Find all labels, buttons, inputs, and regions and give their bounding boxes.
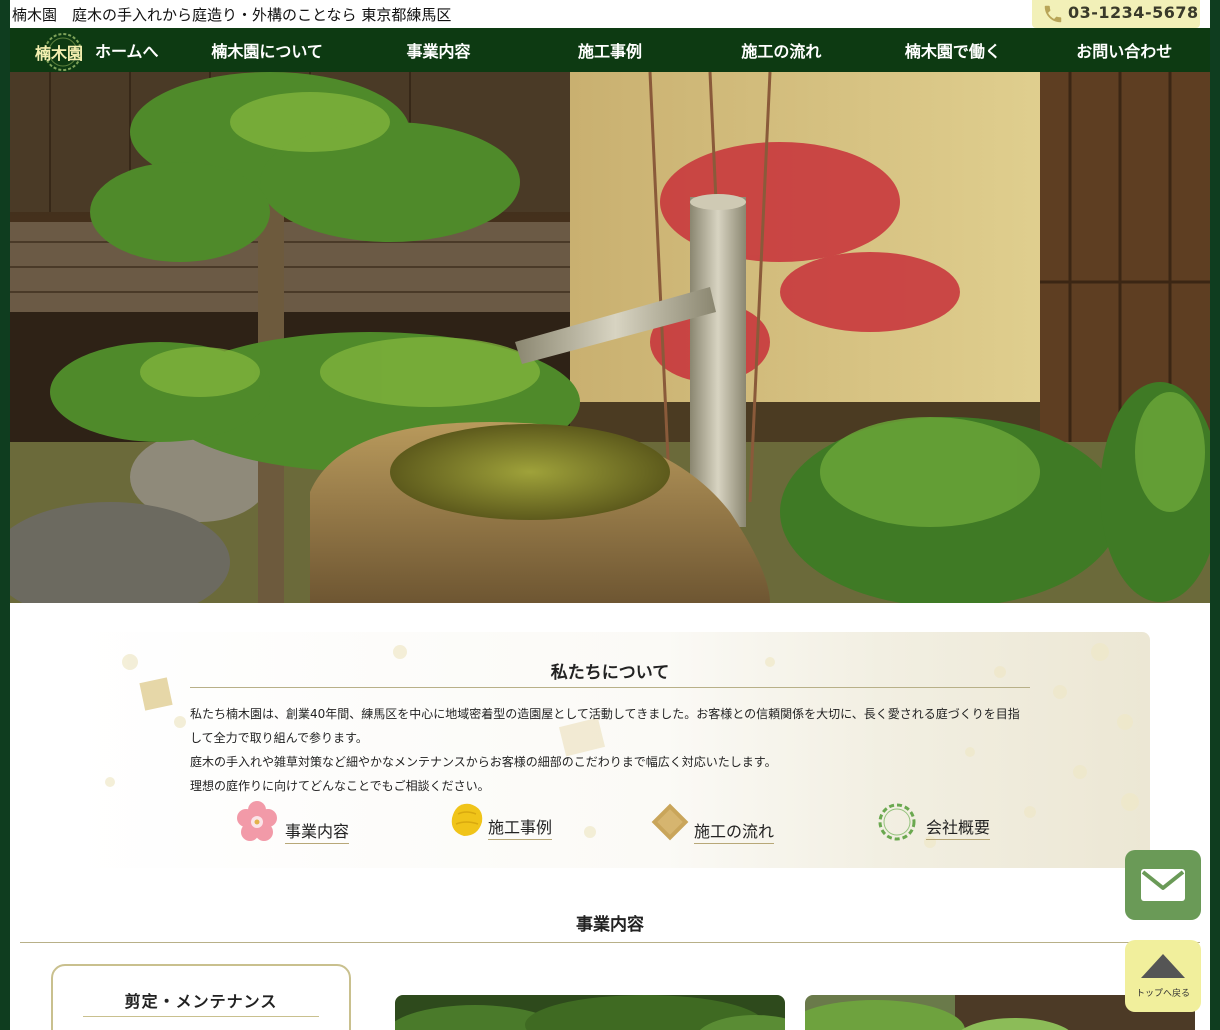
about-paragraph: 理想の庭作りに向けてどんなことでもご相談ください。 (190, 779, 490, 793)
sub-link-company-label: 会社概要 (926, 814, 991, 840)
gold-leaf-icon (451, 803, 483, 836)
about-text: 私たち楠木園は、創業40年間、練馬区を中心に地域密着型の造園屋として活動してきま… (190, 702, 1030, 798)
garden-photo-1 (395, 995, 785, 1030)
page: 楠木園 庭木の手入れから庭造り・外構のことなら 東京都練馬区 03-1234-5… (0, 0, 1220, 1030)
wreath-icon (878, 803, 916, 841)
service-card-title: 剪定・メンテナンス (124, 992, 278, 1011)
phone-icon (1044, 5, 1062, 23)
main-nav: 楠木園 ホームへ 楠木園について 事業内容 施工事例 施工の流れ 楠木園で働く … (10, 28, 1210, 72)
phone-box[interactable]: 03-1234-5678 (1032, 0, 1200, 28)
back-to-top-label: トップへ戻る (1135, 989, 1190, 999)
garden-hero-illustration (10, 72, 1210, 603)
sub-link-services-label: 事業内容 (285, 818, 350, 844)
mail-icon (1141, 869, 1185, 901)
up-triangle-icon (1141, 954, 1185, 978)
nav-item-home[interactable]: 楠木園 ホームへ (10, 32, 181, 71)
services-title-rule (20, 942, 1200, 943)
logo-text: 楠木園 (34, 44, 83, 63)
gold-diamond-icon (651, 803, 689, 841)
about-paragraph: 私たち楠木園は、創業40年間、練馬区を中心に地域密着型の造園屋として活動してきま… (190, 707, 1020, 745)
nav-item-flow[interactable]: 施工の流れ (696, 38, 867, 62)
nav-item-contact[interactable]: お問い合わせ (1039, 38, 1210, 62)
nav-item-recruit[interactable]: 楠木園で働く (867, 38, 1038, 62)
sub-link-services[interactable]: 事業内容 (235, 800, 365, 846)
service-card-pruning[interactable]: 剪定・メンテナンス (51, 964, 351, 1030)
service-card-rule (83, 1016, 319, 1017)
phone-number: 03-1234-5678 (1068, 3, 1199, 22)
about-title-rule (190, 687, 1030, 688)
page-frame: 楠木園 庭木の手入れから庭造り・外構のことなら 東京都練馬区 03-1234-5… (10, 0, 1210, 1030)
about-section: 私たちについて 私たち楠木園は、創業40年間、練馬区を中心に地域密着型の造園屋と… (70, 632, 1150, 868)
sub-link-works-label: 施工事例 (488, 814, 553, 840)
back-to-top-button[interactable]: トップへ戻る (1125, 940, 1201, 1012)
nav-item-works[interactable]: 施工事例 (524, 38, 695, 62)
site-tagline: 楠木園 庭木の手入れから庭造り・外構のことなら 東京都練馬区 (12, 6, 452, 24)
top-bar: 楠木園 庭木の手入れから庭造り・外構のことなら 東京都練馬区 03-1234-5… (10, 0, 1210, 28)
nav-item-services[interactable]: 事業内容 (353, 38, 524, 62)
nav-item-about[interactable]: 楠木園について (181, 38, 352, 62)
hero-image (10, 72, 1210, 603)
services-title: 事業内容 (576, 915, 644, 935)
sub-link-flow[interactable]: 施工の流れ (648, 800, 788, 846)
sub-link-flow-label: 施工の流れ (694, 818, 775, 844)
about-paragraph: 庭木の手入れや雑草対策など細やかなメンテナンスからお客様の細部のこだわりまで幅広… (190, 755, 777, 769)
nav-item-home-label: ホームへ (94, 42, 159, 61)
sub-link-company[interactable]: 会社概要 (874, 800, 1014, 846)
contact-mail-button[interactable] (1125, 850, 1201, 920)
about-title: 私たちについて (550, 663, 670, 683)
about-sub-links: 事業内容 施工事例 施工の流れ 会社概要 (70, 800, 1150, 850)
logo: 楠木園 (33, 32, 91, 71)
service-photo-1[interactable] (395, 995, 785, 1030)
sub-link-works[interactable]: 施工事例 (448, 800, 578, 846)
flower-icon (237, 801, 277, 841)
